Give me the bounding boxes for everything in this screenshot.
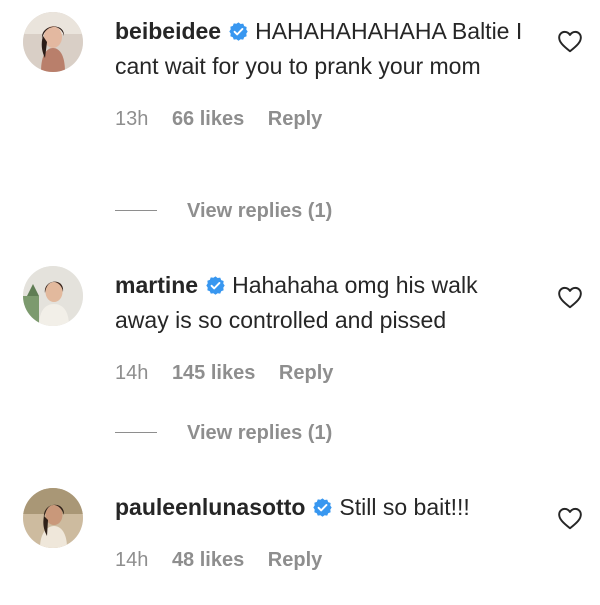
comment-timestamp[interactable]: 14h <box>115 362 148 384</box>
comment-username[interactable]: martine <box>115 272 198 298</box>
comment-text-block: martine Hahahaha omg his walk away is so … <box>115 268 535 338</box>
view-replies-button[interactable]: View replies (1) <box>115 418 332 448</box>
comment-text-block: pauleenlunasotto Still so bait!!! <box>115 490 535 525</box>
reply-button[interactable]: Reply <box>279 362 333 384</box>
replies-divider-line <box>115 210 157 212</box>
heart-outline-icon[interactable] <box>557 29 583 53</box>
reply-button[interactable]: Reply <box>268 549 322 571</box>
replies-divider-line <box>115 432 157 434</box>
avatar[interactable] <box>23 266 83 326</box>
comment-timestamp[interactable]: 13h <box>115 108 148 130</box>
view-replies-button[interactable]: View replies (1) <box>115 196 332 226</box>
comment-body: beibeidee HAHAHAHAHAHA Baltie I cant wait… <box>115 14 535 134</box>
comment-body: martine Hahahaha omg his walk away is so … <box>115 268 535 388</box>
comment-username[interactable]: beibeidee <box>115 18 221 44</box>
comment-timestamp[interactable]: 14h <box>115 549 148 571</box>
verified-badge-icon <box>313 498 333 517</box>
comment-likes-count[interactable]: 66 likes <box>172 108 244 130</box>
comment-likes-count[interactable]: 145 likes <box>172 362 255 384</box>
comment-body: pauleenlunasotto Still so bait!!! 14h 48 … <box>115 490 535 575</box>
view-replies-label: View replies (1) <box>187 200 333 222</box>
comment-meta: 13h 66 likes Reply <box>115 104 535 134</box>
comment-meta: 14h 48 likes Reply <box>115 545 535 575</box>
comment-text-block: beibeidee HAHAHAHAHAHA Baltie I cant wait… <box>115 14 535 84</box>
verified-badge-icon <box>229 22 248 41</box>
avatar[interactable] <box>23 488 83 548</box>
view-replies-label: View replies (1) <box>187 422 333 444</box>
reply-button[interactable]: Reply <box>268 108 322 130</box>
avatar[interactable] <box>23 12 83 72</box>
comment-likes-count[interactable]: 48 likes <box>172 549 244 571</box>
heart-outline-icon[interactable] <box>557 285 583 309</box>
verified-badge-icon <box>206 276 225 295</box>
comment-thread: beibeidee HAHAHAHAHAHA Baltie I cant wait… <box>0 0 600 605</box>
comment-username[interactable]: pauleenlunasotto <box>115 494 305 520</box>
comment-meta: 14h 145 likes Reply <box>115 358 535 388</box>
comment-text: Still so bait!!! <box>339 494 470 520</box>
heart-outline-icon[interactable] <box>557 506 583 530</box>
